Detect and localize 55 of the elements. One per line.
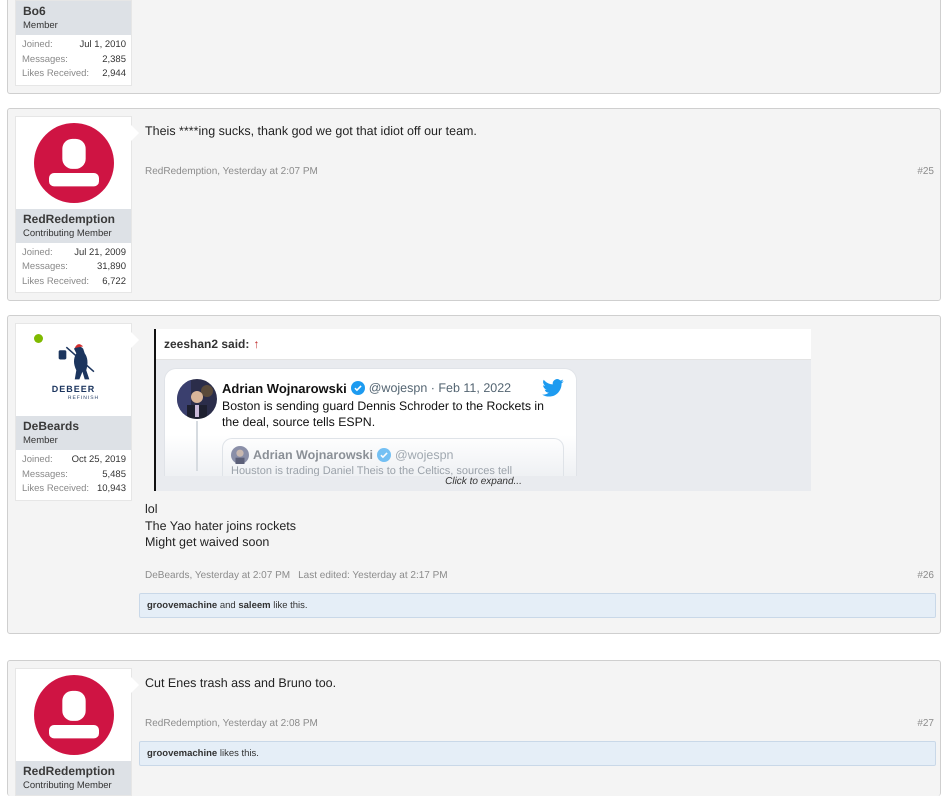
stat-label: Messages: <box>22 52 68 66</box>
username-link[interactable]: RedRedemption <box>23 212 125 226</box>
logo-text: DEBEER <box>52 384 96 395</box>
likes-summary: groovemachine and saleem like this. <box>139 592 936 618</box>
message-text: The Yao hater joins rockets <box>145 518 298 534</box>
user-title: Contributing Member <box>23 778 113 792</box>
tweet-handle-date: @wojespn · Feb 11, 2022 <box>368 381 512 395</box>
stat-value: 2,944 <box>102 67 126 81</box>
stat-value: Jul 1, 2010 <box>80 38 126 52</box>
username-link[interactable]: Bo6 <box>23 4 125 19</box>
stat-value: 10,943 <box>96 482 126 496</box>
user-title: Member <box>23 434 59 447</box>
quoted-tweet-handle: @wojespn <box>394 448 454 462</box>
quoted-tweet-author[interactable]: Adrian Wojnarowski <box>253 448 373 462</box>
last-edited-text: Last edited: Yesterday at 2:17 PM <box>298 570 448 580</box>
message-text: lol <box>145 501 159 518</box>
stat-value: Jul 21, 2009 <box>74 246 126 260</box>
stat-label: Joined: <box>22 38 53 52</box>
likes-summary: groovemachine likes this. <box>139 741 936 766</box>
stat-label: Messages: <box>22 260 68 274</box>
user-title: Contributing Member <box>23 226 113 240</box>
stat-value: 5,485 <box>102 468 126 482</box>
avatar-icon[interactable] <box>34 674 114 754</box>
stat-label: Likes Received: <box>22 67 90 81</box>
stat-label: Likes Received: <box>22 482 90 496</box>
quote-author: zeeshan2 said: <box>164 337 250 351</box>
post-number-link[interactable]: #27 <box>917 718 934 729</box>
stat-label: Joined: <box>22 453 53 467</box>
verified-badge-icon <box>350 381 365 395</box>
avatar-icon[interactable] <box>34 122 114 202</box>
verified-badge-icon <box>376 448 391 462</box>
stat-value: 31,890 <box>96 260 126 274</box>
post-number-link[interactable]: #25 <box>917 166 934 177</box>
username-link[interactable]: RedRedemption <box>23 764 125 778</box>
user-title: Member <box>23 19 59 32</box>
stat-value: Oct 25, 2019 <box>72 453 126 467</box>
post-number-link[interactable]: #26 <box>917 570 934 580</box>
message-text: Theis ****ing sucks, thank god we got that idiot off our team. <box>145 122 478 139</box>
quoted-tweet-text: Houston is trading Daniel Theis to the Celtics, sources tell <box>231 465 514 476</box>
bird-icon[interactable] <box>542 379 564 397</box>
message-text: Might get waived soon <box>145 534 270 550</box>
stat-value: 6,722 <box>102 274 126 288</box>
post-author-time-link[interactable]: RedRedemption, Yesterday at 2:07 PM <box>145 166 318 177</box>
jump-link[interactable]: ↑ <box>253 337 260 351</box>
stat-label: Likes Received: <box>22 274 90 288</box>
stat-label: Messages: <box>22 468 68 482</box>
post-author-time-link[interactable]: RedRedemption, Yesterday at 2:08 PM <box>145 718 318 729</box>
username-link[interactable]: DeBeards <box>23 419 125 434</box>
tweet-author[interactable]: Adrian Wojnarowski <box>222 380 347 396</box>
post-author-time-link[interactable]: DeBeards, Yesterday at 2:07 PM <box>145 570 290 580</box>
message-text: Cut Enes trash ass and Bruno too. <box>145 674 338 691</box>
stat-label: Joined: <box>22 246 53 260</box>
expand-link[interactable]: Click to expand... <box>164 476 803 489</box>
tweet-text: Boston is sending guard Dennis Schroder to the Rockets in the deal, source tells ESPN. <box>222 398 545 430</box>
stat-value: 2,385 <box>102 52 126 66</box>
